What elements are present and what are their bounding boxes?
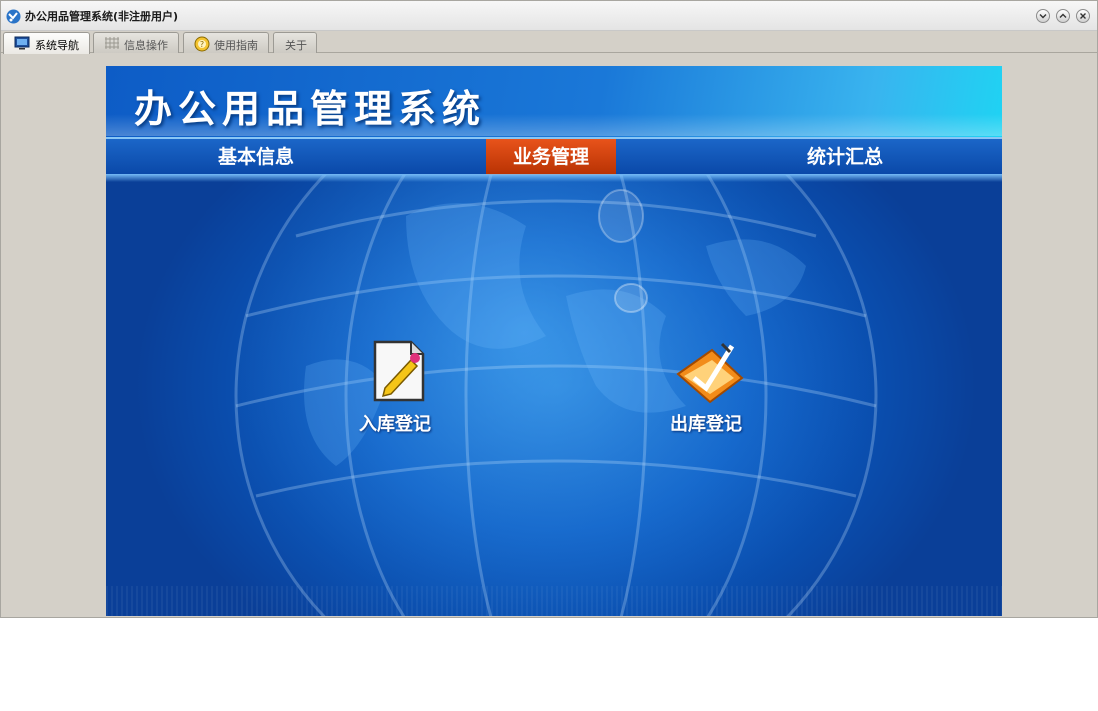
- tab-label: 使用指南: [214, 39, 258, 52]
- help-icon: ?: [194, 36, 210, 52]
- grid-icon: [104, 36, 120, 50]
- tab-info-ops[interactable]: 信息操作: [93, 32, 179, 53]
- maximize-button[interactable]: [1056, 9, 1070, 23]
- main-nav: 基本信息 业务管理 统计汇总: [106, 137, 1002, 175]
- tab-label: 关于: [285, 39, 307, 52]
- function-label: 入库登记: [359, 414, 431, 435]
- stock-in-button[interactable]: 入库登记: [335, 338, 455, 438]
- folder-check-icon: [672, 338, 748, 408]
- svg-text:?: ?: [200, 40, 204, 49]
- monitor-icon: [14, 36, 30, 50]
- nav-statistics[interactable]: 统计汇总: [780, 139, 910, 175]
- close-button[interactable]: [1076, 9, 1090, 23]
- function-label: 出库登记: [670, 414, 742, 435]
- main-panel: 办公用品管理系统 基本信息 业务管理 统计汇总 入库登记 出库登记: [106, 66, 1002, 616]
- app-window: 办公用品管理系统(非注册用户) 系统导航 信息操作 ? 使用指南 关于 办公用品…: [0, 0, 1098, 618]
- window-title: 办公用品管理系统(非注册用户): [25, 10, 179, 23]
- minimize-button[interactable]: [1036, 9, 1050, 23]
- close-icon: [1080, 13, 1086, 19]
- nav-basic-info[interactable]: 基本信息: [191, 139, 321, 175]
- title-bar: 办公用品管理系统(非注册用户): [1, 1, 1097, 31]
- app-title: 办公用品管理系统: [134, 87, 487, 131]
- tab-label: 信息操作: [124, 39, 168, 52]
- tab-label: 系统导航: [35, 39, 79, 52]
- document-pencil-icon: [371, 338, 427, 408]
- chevron-down-icon: [1039, 14, 1047, 19]
- tab-bar: 系统导航 信息操作 ? 使用指南 关于: [1, 32, 1097, 54]
- nav-business-mgmt[interactable]: 业务管理: [486, 139, 616, 175]
- stock-out-button[interactable]: 出库登记: [646, 338, 766, 438]
- tab-about[interactable]: 关于: [273, 32, 317, 53]
- tab-system-nav[interactable]: 系统导航: [3, 32, 90, 54]
- tab-user-guide[interactable]: ? 使用指南: [183, 32, 269, 53]
- chevron-up-icon: [1059, 13, 1067, 18]
- app-logo-icon: [6, 9, 21, 24]
